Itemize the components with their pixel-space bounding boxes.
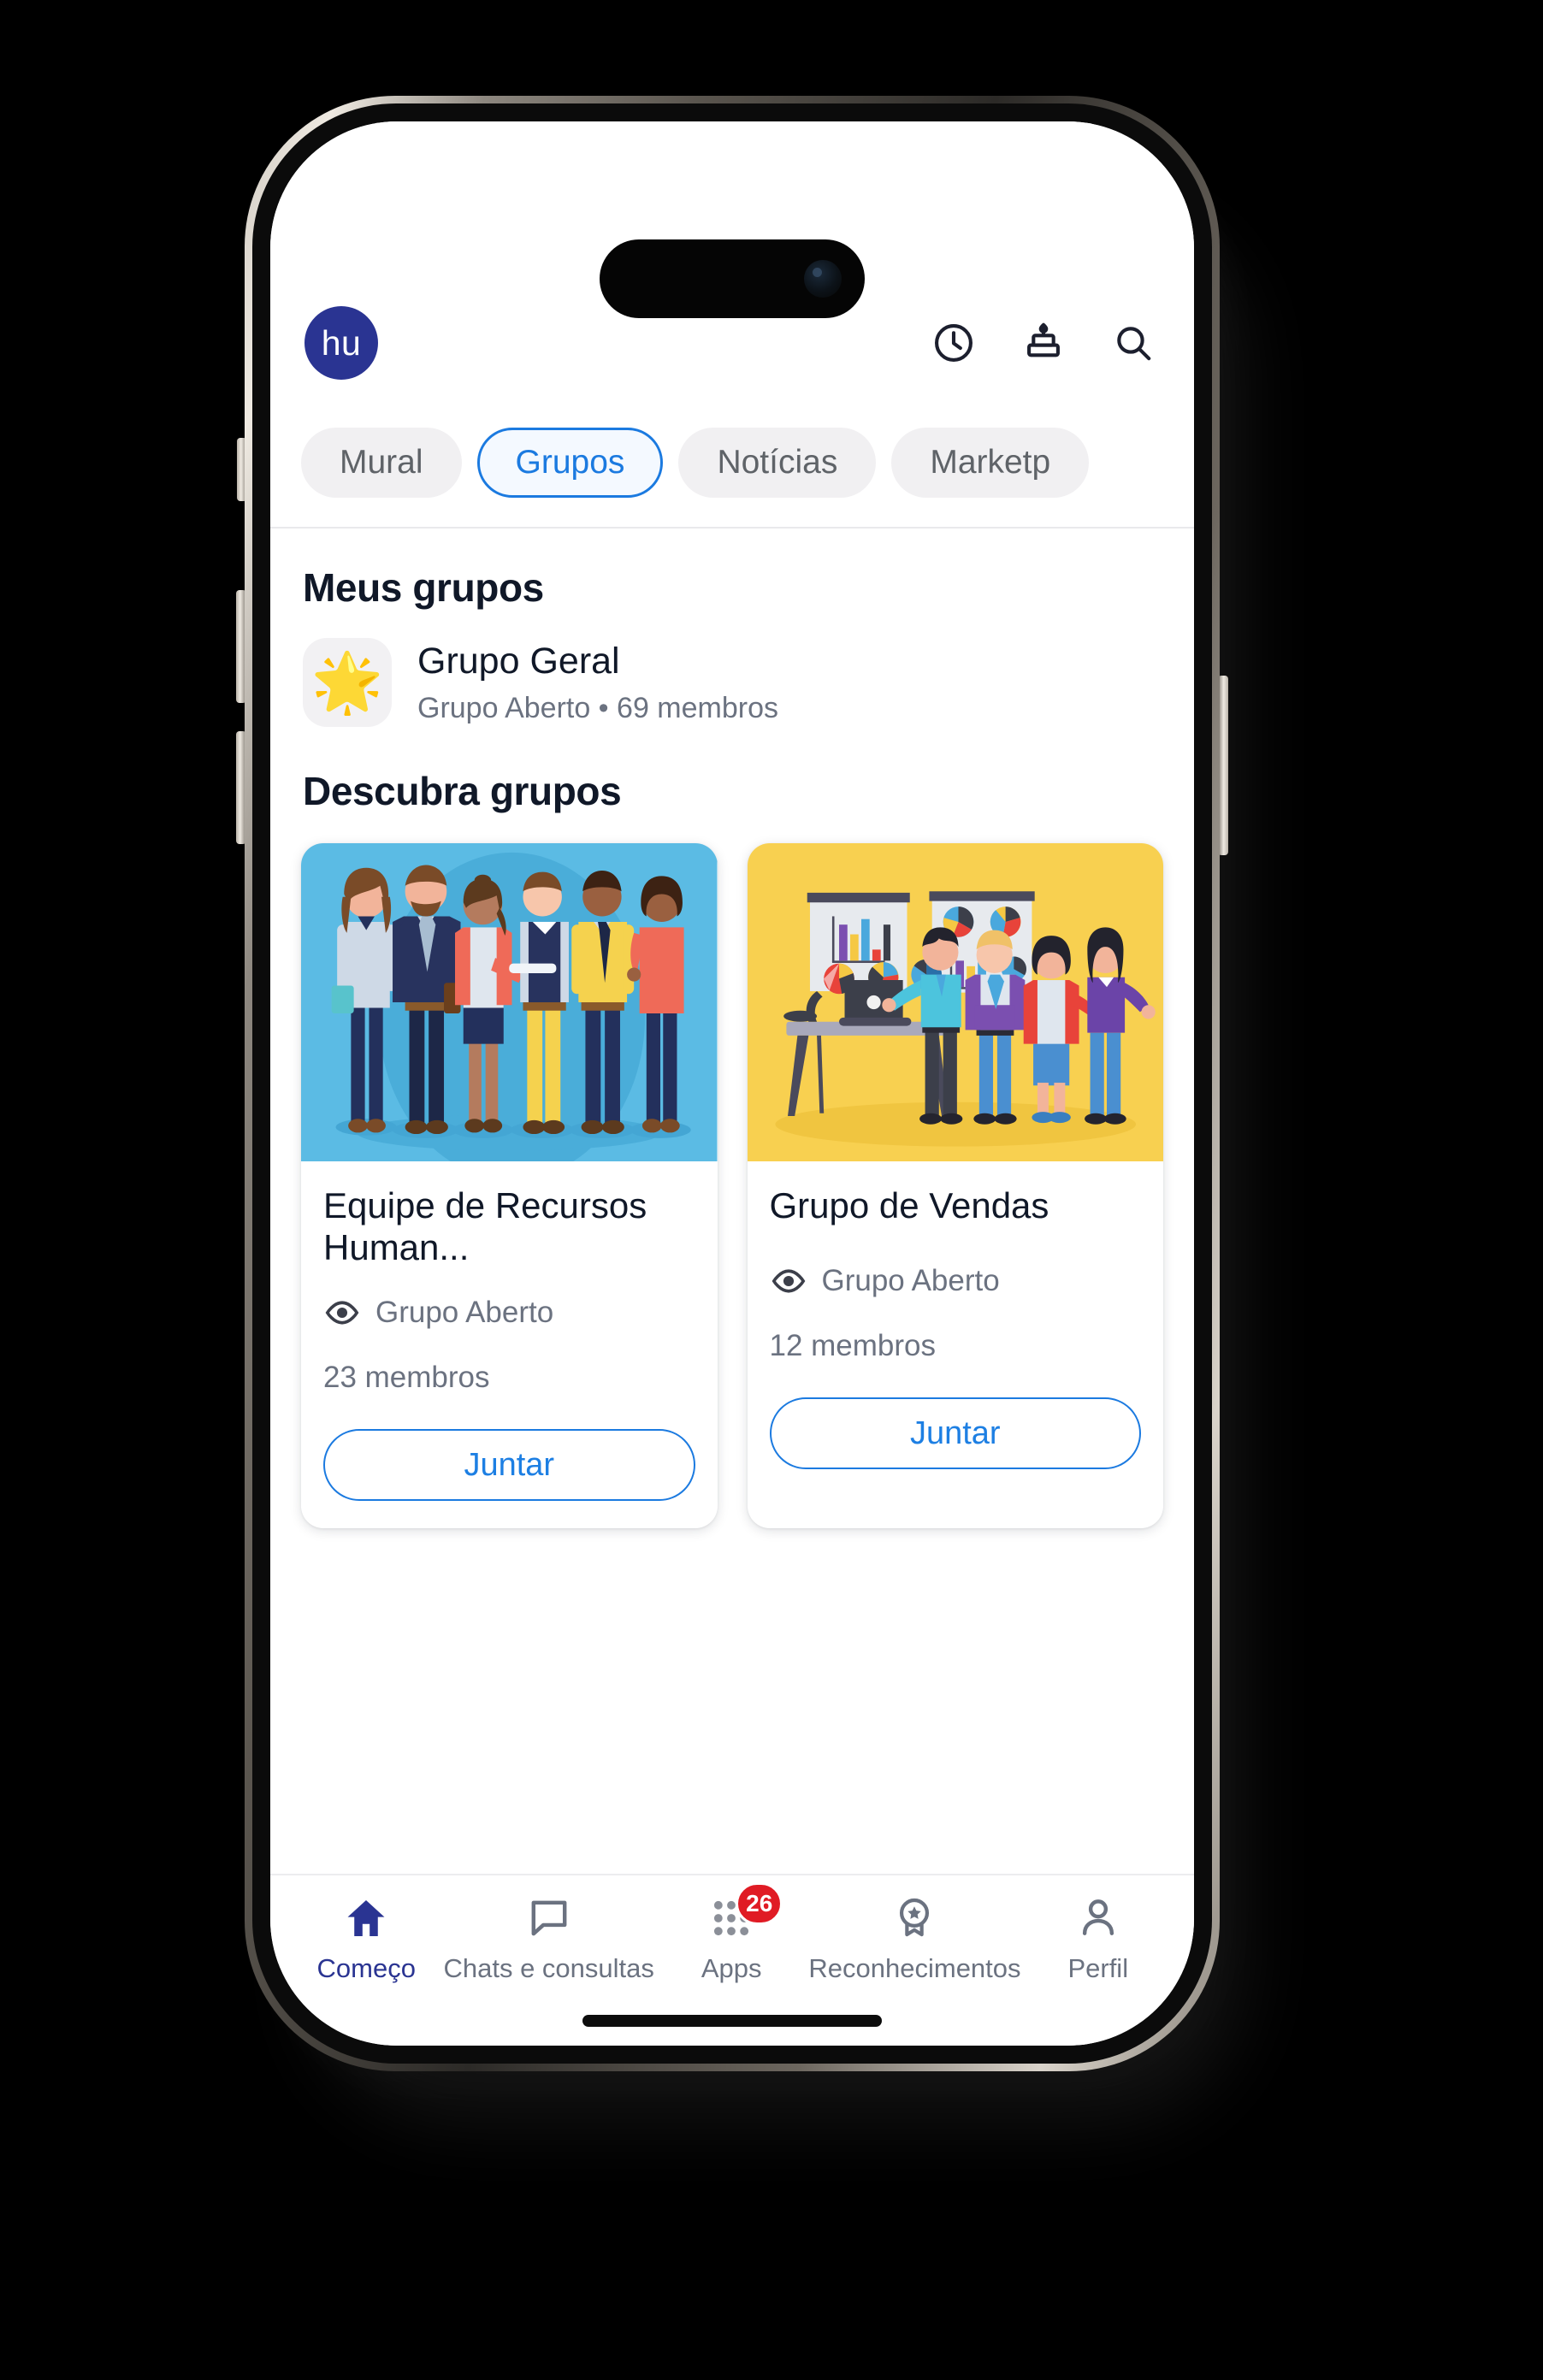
dynamic-island [600,239,865,318]
group-card-image-sales [747,843,1163,1161]
header-actions [931,321,1160,365]
nav-label-reconhecimentos: Reconhecimentos [808,1953,1021,1983]
app-logo[interactable]: hu [304,306,378,380]
group-card-privacy-label-sales: Grupo Aberto [821,1264,1000,1297]
app-logo-text: hu [321,322,362,363]
my-groups-title: Meus grupos [303,565,544,610]
my-group-row[interactable]: 🌟 Grupo Geral Grupo Aberto • 69 membros [301,635,1163,732]
join-button-hr[interactable]: Juntar [323,1429,695,1502]
screenshot-stage: hu Mural Grupos Notícias Marketp Meus gr… [0,0,1543,2380]
group-card-privacy-hr: Grupo Aberto [323,1268,695,1332]
my-group-subtitle: Grupo Aberto • 69 membros [417,691,778,724]
star-icon: 🌟 [303,638,392,727]
group-card-title-hr: Equipe de Recursos Human... [323,1185,647,1267]
group-card-hr[interactable]: Equipe de Recursos Human... Grupo Aberto… [301,843,718,1529]
discover-group-cards: Equipe de Recursos Human... Grupo Aberto… [301,838,1164,1529]
nav-label-chats: Chats e consultas [443,1953,654,1983]
front-camera-icon [804,260,842,298]
cake-icon[interactable] [1021,321,1066,365]
home-indicator[interactable] [582,2015,882,2027]
phone-bezel: hu Mural Grupos Notícias Marketp Meus gr… [252,103,1212,2064]
my-group-name: Grupo Geral [417,640,620,682]
tab-marketplace[interactable]: Marketp [891,428,1090,498]
group-card-privacy-sales: Grupo Aberto [770,1237,1142,1300]
nav-item-apps[interactable]: 26 Apps [654,1882,808,1984]
person-icon [1074,1894,1122,1942]
search-icon[interactable] [1111,321,1156,365]
app-root: hu Mural Grupos Notícias Marketp Meus gr… [270,121,1194,2046]
chat-icon [525,1894,573,1942]
group-card-sales[interactable]: Grupo de Vendas Grupo Aberto 12 membros … [747,843,1164,1529]
group-card-body-hr: Equipe de Recursos Human... Grupo Aberto… [301,1161,718,1528]
bottom-navigation: Começo Chats e consultas 26 Apps Reconhe… [270,1874,1194,1984]
clock-icon[interactable] [931,321,976,365]
discover-groups-title: Descubra grupos [303,769,622,813]
nav-item-chats[interactable]: Chats e consultas [443,1894,654,1984]
group-card-members-sales: 12 membros [769,1329,937,1362]
home-icon [342,1894,390,1942]
nav-item-reconhecimentos[interactable]: Reconhecimentos [808,1894,1021,1984]
phone-screen: hu Mural Grupos Notícias Marketp Meus gr… [270,121,1194,2046]
nav-label-comeco: Começo [316,1953,416,1983]
category-tabs: Mural Grupos Notícias Marketp [270,380,1194,527]
tab-grupos[interactable]: Grupos [476,428,664,498]
join-button-sales[interactable]: Juntar [769,1397,1141,1469]
group-card-body-sales: Grupo de Vendas Grupo Aberto 12 membros … [748,1161,1164,1497]
phone-frame: hu Mural Grupos Notícias Marketp Meus gr… [245,96,1220,2071]
home-indicator-area [270,1984,1194,2046]
apps-badge: 26 [736,1882,783,1925]
my-group-text: Grupo Geral Grupo Aberto • 69 membros [417,641,778,725]
nav-label-perfil: Perfil [1067,1953,1129,1983]
group-card-image-hr [301,843,718,1161]
content-scroll-area[interactable]: Meus grupos 🌟 Grupo Geral Grupo Aberto •… [270,529,1194,1874]
tab-noticias[interactable]: Notícias [678,428,877,498]
award-icon [890,1894,938,1942]
eye-icon [770,1262,807,1300]
nav-label-apps: Apps [701,1953,762,1983]
tab-mural[interactable]: Mural [301,428,462,498]
grid-icon: 26 [707,1882,783,1942]
nav-item-comeco[interactable]: Começo [289,1894,443,1984]
nav-item-perfil[interactable]: Perfil [1021,1894,1175,1984]
group-card-members-hr: 23 membros [323,1361,490,1395]
eye-icon [323,1294,361,1332]
group-card-title-sales: Grupo de Vendas [769,1185,1049,1225]
group-card-privacy-label-hr: Grupo Aberto [375,1296,554,1330]
